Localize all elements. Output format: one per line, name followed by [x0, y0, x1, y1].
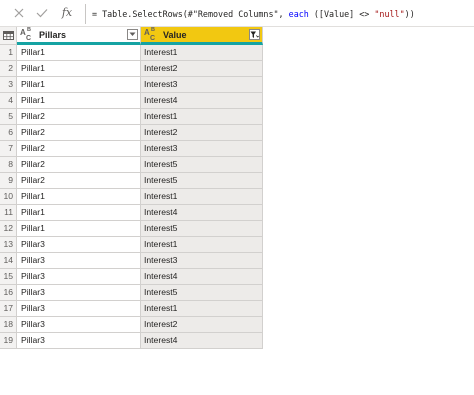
cell-pillar[interactable]: Pillar1 — [17, 93, 141, 109]
cell-value[interactable]: Interest4 — [141, 205, 263, 221]
table-row: 19 Pillar3 Interest4 — [0, 333, 263, 349]
formula-bar: fx = Table.SelectRows(#"Removed Columns"… — [0, 0, 474, 27]
table-row: 14 Pillar3 Interest3 — [0, 253, 263, 269]
table-row: 1 Pillar1 Interest1 — [0, 45, 263, 61]
table-row: 16 Pillar3 Interest5 — [0, 285, 263, 301]
cell-value[interactable]: Interest1 — [141, 189, 263, 205]
filter-applied-icon[interactable] — [249, 29, 260, 40]
row-number[interactable]: 14 — [0, 253, 17, 269]
column-header-pillars[interactable]: ABC Pillars — [17, 27, 141, 45]
table-row: 8 Pillar2 Interest5 — [0, 157, 263, 173]
table-menu-button[interactable] — [0, 27, 17, 45]
table-icon — [3, 31, 14, 40]
cell-pillar[interactable]: Pillar3 — [17, 301, 141, 317]
cell-value[interactable]: Interest4 — [141, 269, 263, 285]
cell-pillar[interactable]: Pillar3 — [17, 253, 141, 269]
row-number[interactable]: 12 — [0, 221, 17, 237]
table-row: 15 Pillar3 Interest4 — [0, 269, 263, 285]
cell-value[interactable]: Interest1 — [141, 301, 263, 317]
row-number[interactable]: 11 — [0, 205, 17, 221]
row-number[interactable]: 15 — [0, 269, 17, 285]
cell-value[interactable]: Interest1 — [141, 45, 263, 61]
cell-pillar[interactable]: Pillar2 — [17, 141, 141, 157]
row-number[interactable]: 9 — [0, 173, 17, 189]
cell-value[interactable]: Interest2 — [141, 317, 263, 333]
cell-pillar[interactable]: Pillar1 — [17, 77, 141, 93]
cell-value[interactable]: Interest3 — [141, 77, 263, 93]
cell-pillar[interactable]: Pillar1 — [17, 205, 141, 221]
cell-value[interactable]: Interest3 — [141, 141, 263, 157]
cell-value[interactable]: Interest1 — [141, 109, 263, 125]
cell-pillar[interactable]: Pillar3 — [17, 269, 141, 285]
cell-pillar[interactable]: Pillar1 — [17, 61, 141, 77]
cell-value[interactable]: Interest3 — [141, 253, 263, 269]
table-row: 17 Pillar3 Interest1 — [0, 301, 263, 317]
cell-pillar[interactable]: Pillar3 — [17, 285, 141, 301]
row-number[interactable]: 7 — [0, 141, 17, 157]
row-number[interactable]: 6 — [0, 125, 17, 141]
row-number[interactable]: 2 — [0, 61, 17, 77]
row-number[interactable]: 5 — [0, 109, 17, 125]
grid-header: ABC Pillars ABC Value — [0, 27, 263, 45]
text-type-icon[interactable]: ABC — [144, 27, 160, 42]
cell-value[interactable]: Interest5 — [141, 157, 263, 173]
table-row: 3 Pillar1 Interest3 — [0, 77, 263, 93]
cell-pillar[interactable]: Pillar1 — [17, 189, 141, 205]
cell-pillar[interactable]: Pillar2 — [17, 173, 141, 189]
cell-pillar[interactable]: Pillar3 — [17, 317, 141, 333]
cell-pillar[interactable]: Pillar3 — [17, 333, 141, 349]
formula-input[interactable]: = Table.SelectRows(#"Removed Columns", e… — [85, 4, 474, 24]
row-number[interactable]: 18 — [0, 317, 17, 333]
cell-value[interactable]: Interest5 — [141, 173, 263, 189]
formula-middle: ([Value] <> — [308, 9, 375, 19]
text-type-icon[interactable]: ABC — [20, 27, 36, 42]
check-icon[interactable] — [35, 6, 49, 20]
table-row: 2 Pillar1 Interest2 — [0, 61, 263, 77]
row-number[interactable]: 19 — [0, 333, 17, 349]
column-label-value: Value — [163, 29, 187, 40]
table-row: 7 Pillar2 Interest3 — [0, 141, 263, 157]
close-icon[interactable] — [12, 6, 26, 20]
formula-suffix: )) — [404, 9, 415, 19]
table-row: 10 Pillar1 Interest1 — [0, 189, 263, 205]
row-number[interactable]: 4 — [0, 93, 17, 109]
cell-value[interactable]: Interest2 — [141, 61, 263, 77]
row-number[interactable]: 13 — [0, 237, 17, 253]
table-row: 5 Pillar2 Interest1 — [0, 109, 263, 125]
table-row: 11 Pillar1 Interest4 — [0, 205, 263, 221]
formula-prefix: = Table.SelectRows(#"Removed Columns", — [92, 9, 289, 19]
fx-icon[interactable]: fx — [60, 5, 74, 21]
table-row: 13 Pillar3 Interest1 — [0, 237, 263, 253]
table-row: 9 Pillar2 Interest5 — [0, 173, 263, 189]
table-row: 18 Pillar3 Interest2 — [0, 317, 263, 333]
cell-pillar[interactable]: Pillar2 — [17, 157, 141, 173]
row-number[interactable]: 16 — [0, 285, 17, 301]
column-header-value[interactable]: ABC Value — [141, 27, 263, 45]
grid-body: 1 Pillar1 Interest1 2 Pillar1 Interest2 3 Pilla… — [0, 45, 263, 349]
cell-value[interactable]: Interest4 — [141, 333, 263, 349]
table-row: 12 Pillar1 Interest5 — [0, 221, 263, 237]
cell-pillar[interactable]: Pillar1 — [17, 221, 141, 237]
data-grid: ABC Pillars ABC Value 1 Pillar1 Interest1 2… — [0, 27, 263, 349]
row-number[interactable]: 17 — [0, 301, 17, 317]
table-row: 4 Pillar1 Interest4 — [0, 93, 263, 109]
row-number[interactable]: 1 — [0, 45, 17, 61]
formula-string: "null" — [374, 9, 405, 19]
cell-value[interactable]: Interest2 — [141, 125, 263, 141]
cell-pillar[interactable]: Pillar2 — [17, 109, 141, 125]
cell-value[interactable]: Interest5 — [141, 221, 263, 237]
row-number[interactable]: 8 — [0, 157, 17, 173]
cell-value[interactable]: Interest4 — [141, 93, 263, 109]
table-row: 6 Pillar2 Interest2 — [0, 125, 263, 141]
row-number[interactable]: 3 — [0, 77, 17, 93]
cell-value[interactable]: Interest1 — [141, 237, 263, 253]
cell-value[interactable]: Interest5 — [141, 285, 263, 301]
column-label-pillars: Pillars — [39, 29, 67, 40]
cell-pillar[interactable]: Pillar3 — [17, 237, 141, 253]
formula-keyword: each — [288, 9, 309, 19]
cell-pillar[interactable]: Pillar1 — [17, 45, 141, 61]
row-number[interactable]: 10 — [0, 189, 17, 205]
dropdown-icon[interactable] — [127, 29, 138, 40]
cell-pillar[interactable]: Pillar2 — [17, 125, 141, 141]
